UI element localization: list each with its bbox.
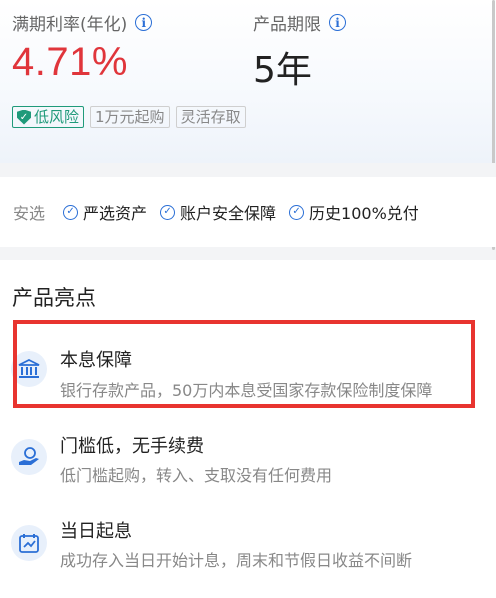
select-label: 安选	[13, 204, 46, 223]
highlight-desc: 低门槛起购，转入、支取没有任何费用	[60, 466, 333, 485]
highlights-section: 产品亮点 本息保障 银行存款产品，50万内本息受国家存款保险制度保障 门槛低，无…	[0, 260, 496, 598]
calendar-icon	[11, 525, 47, 561]
highlight-item-low-threshold: 门槛低，无手续费 低门槛起购，转入、支取没有任何费用	[0, 420, 496, 500]
check-icon: ✓	[289, 204, 305, 220]
term-info-icon[interactable]: i	[329, 14, 346, 31]
risk-tag-label: 低风险	[34, 108, 80, 126]
feature-item: ✓ 账户安全保障	[160, 200, 276, 224]
section-divider	[0, 163, 496, 177]
feature-label: 历史100%兑付	[309, 204, 419, 223]
highlight-title: 当日起息	[60, 521, 132, 542]
select-bar: 安选 ✓ 严选资产 ✓ 账户安全保障 ✓ 历史100%兑付	[0, 177, 496, 247]
shield-icon: ✓	[17, 109, 31, 125]
min-purchase-tag: 1万元起购	[90, 106, 170, 128]
rate-label: 满期利率(年化)	[12, 15, 128, 35]
feature-label: 账户安全保障	[180, 204, 277, 223]
flexible-tag: 灵活存取	[175, 106, 246, 128]
risk-tag: ✓ 低风险	[12, 106, 85, 128]
term-value: 5年	[253, 50, 312, 91]
rate-info-icon[interactable]: i	[135, 14, 153, 31]
check-icon: ✓	[63, 204, 79, 220]
rate-label-row: 满期利率(年化) i	[12, 10, 153, 35]
feature-item: ✓ 严选资产	[63, 200, 147, 224]
term-label-row: 产品期限 i	[253, 10, 346, 35]
coin-hand-icon	[11, 439, 47, 475]
rate-value: 4.71%	[12, 40, 128, 84]
highlights-title: 产品亮点	[12, 286, 96, 310]
check-icon: ✓	[160, 204, 176, 220]
product-tags: ✓ 低风险 1万元起购 灵活存取	[12, 106, 246, 128]
highlight-title: 门槛低，无手续费	[60, 436, 204, 457]
feature-item: ✓ 历史100%兑付	[289, 200, 419, 224]
product-summary-card: 满期利率(年化) i 产品期限 i 4.71% 5年 ✓ 低风险 1万元起购 灵…	[0, 0, 496, 163]
feature-label: 严选资产	[83, 204, 148, 223]
highlight-annotation-box	[13, 320, 475, 408]
term-label: 产品期限	[253, 15, 321, 35]
highlight-desc: 成功存入当日开始计息，周末和节假日收益不间断	[60, 551, 413, 570]
highlight-item-same-day: 当日起息 成功存入当日开始计息，周末和节假日收益不间断	[0, 505, 496, 585]
